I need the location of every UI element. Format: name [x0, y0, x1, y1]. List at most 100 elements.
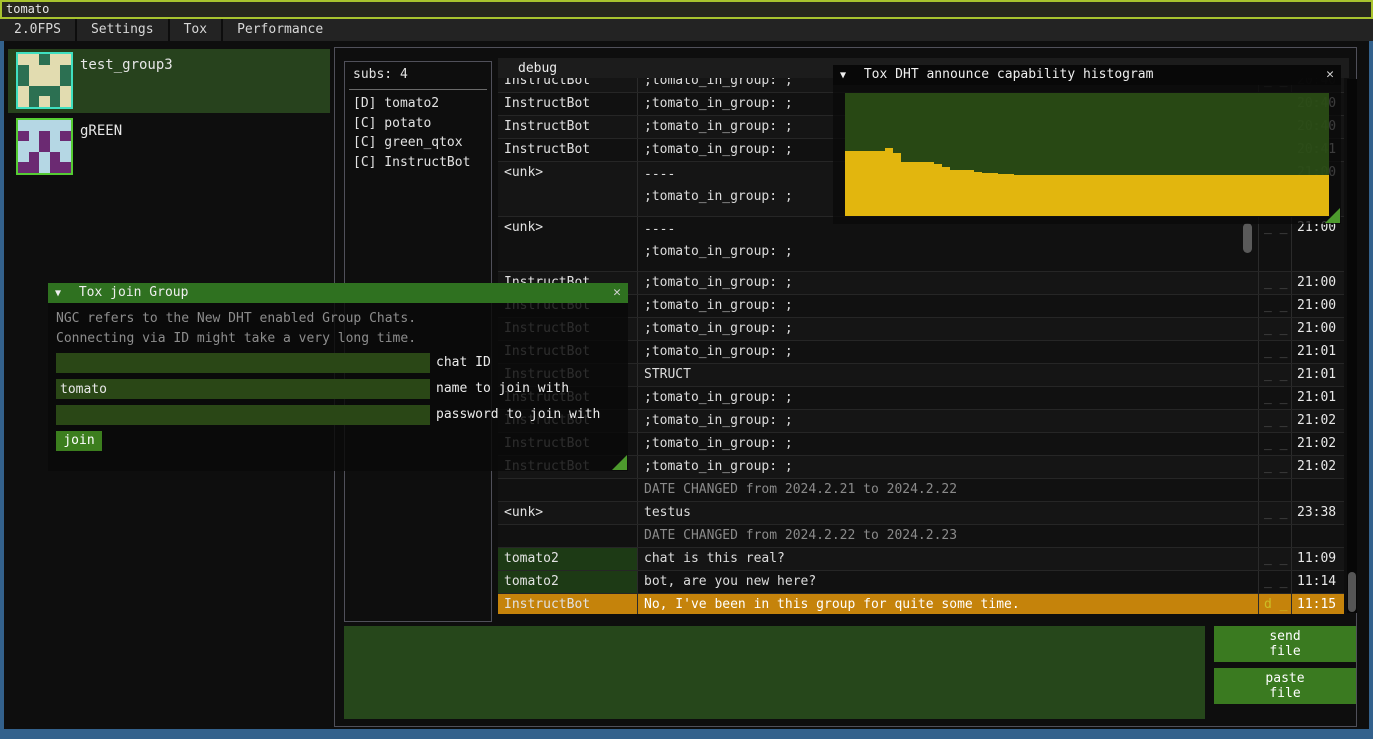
message-flags: _ _ [1259, 364, 1292, 386]
chat-scrollbar[interactable] [1347, 79, 1357, 613]
message-flags: _ _ [1259, 295, 1292, 317]
dht-histogram-window[interactable]: ▼ Tox DHT announce capability histogram … [833, 65, 1341, 224]
message-text: ;tomato_in_group: ; [638, 272, 1259, 294]
message-input[interactable] [344, 626, 1205, 719]
date-separator-row[interactable]: DATE CHANGED from 2024.2.22 to 2024.2.23 [498, 525, 1344, 548]
close-icon[interactable]: ✕ [1326, 65, 1334, 85]
chat-scrollbar-grab[interactable] [1348, 572, 1356, 612]
message-timestamp: 11:15 [1292, 594, 1344, 614]
send-file-button[interactable]: send file [1214, 626, 1356, 662]
histogram-bar [885, 148, 893, 216]
chat-message-row[interactable]: <unk>----;tomato_in_group: ;----_ _21:00 [498, 217, 1344, 272]
message-text: ----;tomato_in_group: ;---- [638, 217, 1259, 271]
sender-name [498, 525, 638, 547]
message-timestamp: 21:02 [1292, 433, 1344, 455]
window-title: tomato [6, 2, 49, 16]
date-separator-row[interactable]: DATE CHANGED from 2024.2.21 to 2024.2.22 [498, 479, 1344, 502]
histogram-bar [1224, 175, 1232, 216]
join-name-label: name to join with [436, 379, 569, 399]
histogram-bar [942, 167, 950, 216]
member-InstructBot[interactable]: [C] InstructBot [353, 153, 487, 173]
resize-grip[interactable] [1325, 208, 1340, 223]
message-timestamp: 11:14 [1292, 571, 1344, 593]
message-flags: d _ [1259, 594, 1292, 614]
message-scrollbar-grab[interactable] [1243, 223, 1252, 253]
window-titlebar: tomato [0, 0, 1373, 19]
tab-debug[interactable]: debug [518, 59, 557, 78]
menu-item-settings[interactable]: Settings [77, 19, 168, 41]
fps-counter: 2.0FPS [0, 19, 75, 41]
histogram-bar [1313, 175, 1321, 216]
collapse-arrow-icon[interactable]: ▼ [55, 288, 61, 299]
message-timestamp: 21:00 [1292, 217, 1344, 271]
histogram-bar [998, 174, 1006, 216]
message-text: No, I've been in this group for quite so… [638, 594, 1259, 614]
join-name-input[interactable] [56, 379, 430, 399]
histogram-bar [1079, 175, 1087, 216]
sender-name: InstructBot [498, 594, 638, 614]
message-flags: _ _ [1259, 571, 1292, 593]
join-group-titlebar[interactable]: ▼ Tox join Group ✕ [48, 283, 628, 303]
histogram-bar [1047, 175, 1055, 216]
join-password-input[interactable] [56, 405, 430, 425]
chat-id-label: chat ID [436, 353, 491, 373]
histogram-bar [1159, 175, 1167, 216]
histogram-bar [1200, 175, 1208, 216]
histogram-bar [1232, 175, 1240, 216]
message-text: ;tomato_in_group: ; [638, 433, 1259, 455]
histogram-bar [1184, 175, 1192, 216]
chat-message-row[interactable]: <unk>testus_ _23:38 [498, 502, 1344, 525]
chat-message-row[interactable]: InstructBotNo, I've been in this group f… [498, 594, 1344, 614]
histogram-bar [901, 162, 909, 216]
message-flags: _ _ [1259, 341, 1292, 363]
group-item-test_group3[interactable]: test_group3 [8, 49, 330, 113]
group-item-gREEN[interactable]: gREEN [8, 115, 330, 179]
paste-file-button[interactable]: paste file [1214, 668, 1356, 704]
message-timestamp [1292, 479, 1344, 501]
dht-histogram-titlebar[interactable]: ▼ Tox DHT announce capability histogram … [833, 65, 1341, 85]
chat-id-input[interactable] [56, 353, 430, 373]
histogram-bar [1151, 175, 1159, 216]
message-flags: _ _ [1259, 387, 1292, 409]
histogram-bar [926, 162, 934, 216]
message-text: ;tomato_in_group: ; [638, 410, 1259, 432]
message-timestamp [1292, 525, 1344, 547]
chat-message-row[interactable]: tomato2chat is this real?_ _11:09 [498, 548, 1344, 571]
message-text: DATE CHANGED from 2024.2.22 to 2024.2.23 [638, 525, 1259, 547]
menu-item-performance[interactable]: Performance [223, 19, 337, 41]
histogram-bar [1264, 175, 1272, 216]
close-icon[interactable]: ✕ [613, 283, 621, 303]
message-text: ;tomato_in_group: ; [638, 456, 1259, 478]
message-timestamp: 23:38 [1292, 502, 1344, 524]
histogram-bar [990, 173, 998, 216]
member-tomato2[interactable]: [D] tomato2 [353, 94, 487, 114]
menu-item-tox[interactable]: Tox [170, 19, 221, 41]
subs-count-label: subs: 4 [353, 67, 408, 82]
histogram-bar [958, 170, 966, 216]
histogram-bar [1248, 175, 1256, 216]
message-flags [1259, 479, 1292, 501]
join-group-window[interactable]: ▼ Tox join Group ✕ NGC refers to the New… [48, 283, 628, 471]
histogram-bar [1176, 175, 1184, 216]
histogram-bar [1095, 175, 1103, 216]
histogram-bar [1143, 175, 1151, 216]
member-potato[interactable]: [C] potato [353, 114, 487, 134]
chat-message-row[interactable]: tomato2bot, are you new here?_ _11:14 [498, 571, 1344, 594]
histogram-bar [918, 162, 926, 216]
histogram-bar [1280, 175, 1288, 216]
sender-name: InstructBot [498, 116, 638, 138]
message-flags: _ _ [1259, 502, 1292, 524]
sender-name: <unk> [498, 162, 638, 216]
collapse-arrow-icon[interactable]: ▼ [840, 70, 846, 81]
sender-name: tomato2 [498, 548, 638, 570]
histogram-bar [1014, 175, 1022, 216]
histogram-bar [974, 172, 982, 216]
resize-grip[interactable] [612, 455, 627, 470]
app-content: test_group3gREEN subs: 4 [D] tomato2[C] … [4, 41, 1369, 729]
join-button[interactable]: join [56, 431, 102, 451]
message-timestamp: 21:00 [1292, 295, 1344, 317]
join-description-line2: Connecting via ID might take a very long… [56, 329, 416, 349]
member-list: [D] tomato2[C] potato[C] green_qtox[C] I… [353, 94, 487, 172]
member-green_qtox[interactable]: [C] green_qtox [353, 133, 487, 153]
message-timestamp: 21:01 [1292, 341, 1344, 363]
